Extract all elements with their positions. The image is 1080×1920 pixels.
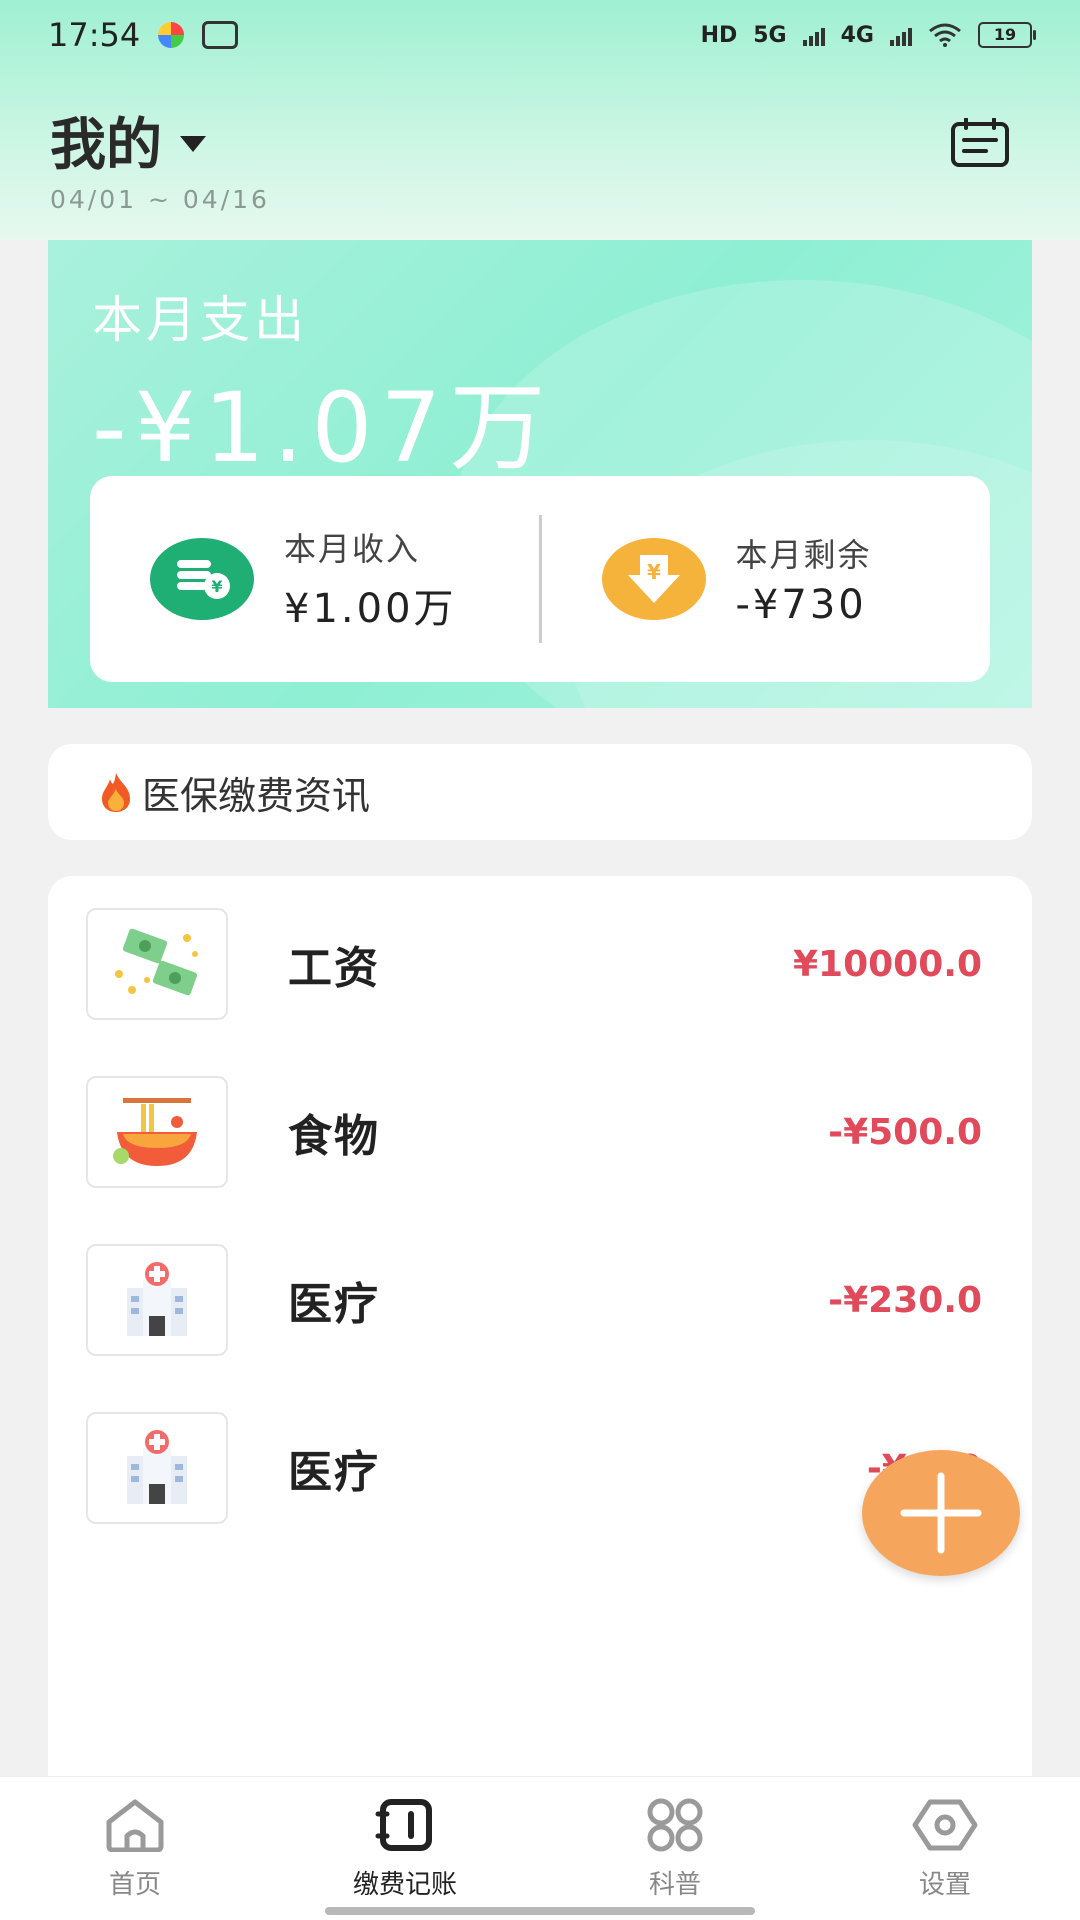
grid-icon [647, 1798, 703, 1851]
status-right: HD 5G 4G 19 [700, 22, 1036, 48]
record-name: 食物 [288, 1111, 380, 1162]
svg-text:¥: ¥ [211, 577, 222, 596]
list-item[interactable]: 食物 -¥500.0 [86, 1074, 996, 1190]
expense-amount: -¥1.07万 [92, 372, 554, 484]
nav-item-home[interactable]: 首页 [0, 1777, 270, 1920]
page: 17:54 HD 5G 4G 19 我的 04/01 ~ 04/16 本月支出 … [0, 0, 1080, 1920]
hospital-icon [86, 1412, 228, 1524]
expense-label: 本月支出 [92, 291, 308, 349]
news-banner[interactable]: 医保缴费资讯 [48, 744, 1032, 840]
income-label: 本月收入 [284, 530, 421, 568]
coins-icon: ¥ [150, 538, 254, 620]
record-amount: ¥10000.0 [792, 943, 982, 985]
nav-label: 科普 [648, 1869, 701, 1900]
home-indicator[interactable] [325, 1907, 755, 1915]
home-icon [106, 1799, 164, 1852]
link-notification-icon [202, 21, 239, 49]
network-5g-label: 5G [753, 22, 787, 48]
bottom-nav: 首页 缴费记账 科普 设置 [0, 1776, 1080, 1920]
header: 17:54 HD 5G 4G 19 我的 04/01 ~ 04/16 [0, 0, 1080, 240]
status-time: 17:54 [48, 16, 141, 54]
svg-text:¥: ¥ [647, 560, 661, 584]
record-name: 工资 [288, 943, 380, 994]
signal-4g-icon [890, 24, 912, 46]
plus-icon [900, 1472, 982, 1554]
battery-icon: 19 [978, 22, 1036, 48]
page-title: 我的 [50, 113, 162, 178]
noodle-bowl-icon [86, 1076, 228, 1188]
nav-item-settings[interactable]: 设置 [810, 1777, 1080, 1920]
nav-label: 缴费记账 [352, 1869, 457, 1900]
money-icon [86, 908, 228, 1020]
list-item[interactable]: 医疗 -¥100 [86, 1410, 996, 1526]
list-item[interactable]: 医疗 -¥230.0 [86, 1242, 996, 1358]
hospital-icon [86, 1244, 228, 1356]
date-range: 04/01 ~ 04/16 [50, 185, 270, 214]
settings-icon [912, 1799, 978, 1850]
record-amount: -¥500.0 [828, 1111, 982, 1153]
summary-card: 本月支出 -¥1.07万 ¥ 本月收入 ¥1.00万 ¥ 本月剩余 -¥730 [48, 240, 1032, 708]
signal-5g-icon [802, 24, 825, 46]
record-amount: -¥230.0 [828, 1279, 982, 1321]
calendar-icon[interactable] [950, 118, 1010, 168]
income-section: ¥ 本月收入 ¥1.00万 [90, 524, 539, 634]
status-bar: 17:54 HD 5G 4G 19 [0, 0, 1080, 70]
network-4g-label: 4G [840, 22, 874, 48]
caret-down-icon[interactable] [180, 135, 206, 152]
yen-down-arrow-icon: ¥ [601, 538, 706, 620]
nav-item-science[interactable]: 科普 [540, 1777, 810, 1920]
app-notification-icon [158, 22, 185, 48]
network-hd-label: HD [700, 22, 738, 48]
record-name: 医疗 [288, 1279, 380, 1330]
nav-item-ledger[interactable]: 缴费记账 [270, 1777, 540, 1920]
fire-icon [102, 773, 130, 812]
remaining-label: 本月剩余 [735, 536, 872, 574]
income-value: ¥1.00万 [284, 586, 457, 632]
nav-label: 设置 [918, 1869, 971, 1900]
add-record-button[interactable] [862, 1450, 1020, 1576]
remaining-section: ¥ 本月剩余 -¥730 [542, 530, 991, 628]
income-remaining-card: ¥ 本月收入 ¥1.00万 ¥ 本月剩余 -¥730 [90, 476, 990, 682]
ledger-icon [375, 1798, 432, 1851]
list-item[interactable]: 工资 ¥10000.0 [86, 906, 996, 1022]
remaining-value: -¥730 [735, 582, 867, 628]
records-list: 工资 ¥10000.0 食物 -¥500.0 医疗 -¥230.0 医疗 [48, 876, 1032, 1886]
title-row[interactable]: 我的 [50, 100, 206, 181]
news-text: 医保缴费资讯 [142, 773, 371, 818]
status-left: 17:54 [48, 16, 239, 54]
wifi-icon [929, 23, 961, 47]
remaining-text: 本月剩余 -¥730 [736, 530, 872, 628]
nav-label: 首页 [108, 1869, 161, 1900]
record-name: 医疗 [288, 1447, 380, 1498]
income-text: 本月收入 ¥1.00万 [284, 524, 457, 634]
